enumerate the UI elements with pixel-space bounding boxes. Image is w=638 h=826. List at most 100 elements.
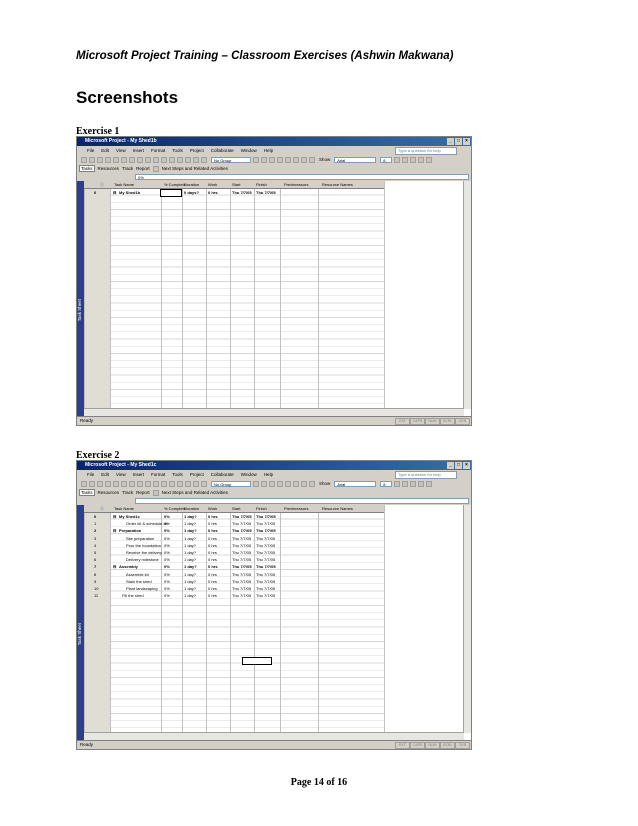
selected-cell[interactable]: [160, 189, 182, 197]
toolbar-button-icon[interactable]: [89, 156, 95, 163]
table-row[interactable]: 10 Plant landscaping 0% 1 day? 0 hrs Thu 7/7/…: [84, 585, 384, 592]
toolbar-button-icon[interactable]: [201, 156, 207, 163]
help-search-input[interactable]: Type a question for help: [395, 471, 457, 479]
guide-icon[interactable]: [152, 165, 159, 172]
collapse-icon[interactable]: ⊟: [113, 190, 116, 195]
format-button-icon[interactable]: [394, 156, 401, 163]
toolbar-button-icon[interactable]: [105, 480, 111, 487]
toolbar-button-icon[interactable]: [309, 480, 315, 487]
toolbar-button-icon[interactable]: [129, 156, 135, 163]
toolbar-button-icon[interactable]: [185, 480, 191, 487]
column-header[interactable]: Predecessors: [284, 506, 308, 511]
column-header[interactable]: Resource Names: [322, 182, 353, 187]
toolbar-button-icon[interactable]: [161, 156, 167, 163]
toolbar-button-icon[interactable]: [121, 480, 127, 487]
format-button-icon[interactable]: [426, 480, 433, 487]
toolbar-button-icon[interactable]: [185, 156, 191, 163]
toolbar-button-icon[interactable]: [301, 156, 307, 163]
entry-field[interactable]: [135, 498, 469, 504]
table-row[interactable]: 1 Order kit & schedule de 0% 1 day? 0 hrs Thu…: [84, 520, 384, 527]
toolbar-button-icon[interactable]: [113, 480, 119, 487]
restore-icon[interactable]: □: [455, 138, 462, 145]
toolbar-button-icon[interactable]: [309, 156, 315, 163]
menu-collaborate[interactable]: Collaborate: [211, 148, 234, 153]
toolbar-button-icon[interactable]: [89, 480, 95, 487]
toolbar-button-icon[interactable]: [193, 480, 199, 487]
guide-tab-report[interactable]: Report: [136, 490, 150, 495]
toolbar-button-icon[interactable]: [177, 156, 183, 163]
toolbar-button-icon[interactable]: [293, 156, 299, 163]
column-header[interactable]: % Complete: [164, 506, 186, 511]
toolbar-button-icon[interactable]: [193, 156, 199, 163]
menu-help[interactable]: Help: [264, 148, 273, 153]
column-header[interactable]: Resource Names: [322, 506, 353, 511]
toolbar-button-icon[interactable]: [169, 156, 175, 163]
guide-tab-tasks[interactable]: Tasks: [79, 489, 95, 496]
font-dropdown[interactable]: Arial: [334, 156, 377, 163]
toolbar-button-icon[interactable]: [97, 156, 103, 163]
toolbar-button-icon[interactable]: [277, 480, 283, 487]
table-row[interactable]: 7 Assembly ⊟ 0% 1 day? 0 hrs Thu 7/7/05 Thu 7/7…: [84, 563, 384, 570]
menu-format[interactable]: Format: [151, 472, 165, 477]
collapse-icon[interactable]: ⊟: [113, 564, 116, 569]
column-header[interactable]: Finish: [256, 182, 267, 187]
help-search-input[interactable]: Type a question for help: [395, 147, 457, 155]
toolbar-button-icon[interactable]: [285, 156, 291, 163]
show-button[interactable]: Show: [319, 157, 330, 162]
toolbar-button-icon[interactable]: [97, 480, 103, 487]
column-header[interactable]: % Complete: [164, 182, 186, 187]
toolbar-button-icon[interactable]: [81, 480, 87, 487]
column-header[interactable]: Start: [232, 506, 240, 511]
table-row[interactable]: 4 Pour the foundation 0% 1 day? 0 hrs Thu 7/7…: [84, 542, 384, 549]
toolbar-button-icon[interactable]: [105, 156, 111, 163]
menu-tools[interactable]: Tools: [172, 148, 183, 153]
menu-file[interactable]: File: [87, 148, 94, 153]
table-row[interactable]: 2 Preparation ⊟ 0% 1 day? 0 hrs Thu 7/7/05 Thu …: [84, 527, 384, 534]
format-button-icon[interactable]: [418, 480, 425, 487]
vertical-scrollbar[interactable]: [463, 505, 471, 733]
menu-tools[interactable]: Tools: [172, 472, 183, 477]
next-steps-dropdown[interactable]: Next Steps and Related Activities: [162, 166, 228, 171]
format-button-icon[interactable]: [402, 480, 409, 487]
toolbar-button-icon[interactable]: [261, 156, 267, 163]
task-grid[interactable]: ⓘ Task Name % Complete Duration Work Start Fin…: [84, 181, 385, 417]
column-header[interactable]: Duration: [184, 182, 199, 187]
table-row[interactable]: 6 Delivery milestone 0% 1 day? 0 hrs Thu 7/7/…: [84, 556, 384, 563]
format-button-icon[interactable]: [418, 156, 425, 163]
restore-icon[interactable]: □: [455, 462, 462, 469]
toolbar-button-icon[interactable]: [161, 480, 167, 487]
format-button-icon[interactable]: [394, 480, 401, 487]
menu-insert[interactable]: Insert: [133, 148, 144, 153]
menu-collaborate[interactable]: Collaborate: [211, 472, 234, 477]
format-button-icon[interactable]: [410, 480, 417, 487]
column-header[interactable]: Task Name: [114, 506, 134, 511]
toolbar-button-icon[interactable]: [137, 156, 143, 163]
toolbar-button-icon[interactable]: [293, 480, 299, 487]
guide-tab-report[interactable]: Report: [136, 166, 150, 171]
group-dropdown[interactable]: No Group: [211, 480, 251, 487]
column-header[interactable]: Duration: [184, 506, 199, 511]
menu-file[interactable]: File: [87, 472, 94, 477]
toolbar-button-icon[interactable]: [145, 156, 151, 163]
toolbar-button-icon[interactable]: [113, 156, 119, 163]
menu-view[interactable]: View: [116, 472, 126, 477]
entry-field[interactable]: 0%: [135, 174, 469, 180]
table-row[interactable]: 5 Receive the delivery 0% 1 day? 0 hrs Thu 7/…: [84, 549, 384, 556]
toolbar-button-icon[interactable]: [153, 156, 159, 163]
minimize-icon[interactable]: _: [447, 138, 454, 145]
vertical-scrollbar[interactable]: [463, 181, 471, 409]
task-grid[interactable]: ⓘ Task Name % Complete Duration Work Start Fin…: [84, 505, 385, 741]
format-button-icon[interactable]: [410, 156, 417, 163]
table-row[interactable]: 0 My Shed1c ⊟ 0% 1 day? 0 hrs Thu 7/7/05 Thu 7/…: [84, 513, 384, 520]
font-size-dropdown[interactable]: 8: [380, 480, 393, 487]
table-row[interactable]: 0My Shed1b⊟0%0 days?0 hrsThu 7/7/05Thu 7…: [84, 189, 384, 196]
table-row[interactable]: 3 Site preparation 0% 1 day? 0 hrs Thu 7/7/05…: [84, 535, 384, 542]
toolbar-button-icon[interactable]: [121, 156, 127, 163]
selected-cell[interactable]: [242, 657, 272, 665]
column-header[interactable]: Finish: [256, 506, 267, 511]
menu-format[interactable]: Format: [151, 148, 165, 153]
column-header[interactable]: Work: [208, 506, 217, 511]
toolbar-button-icon[interactable]: [137, 480, 143, 487]
column-header[interactable]: Task Name: [114, 182, 134, 187]
toolbar-button-icon[interactable]: [253, 156, 259, 163]
